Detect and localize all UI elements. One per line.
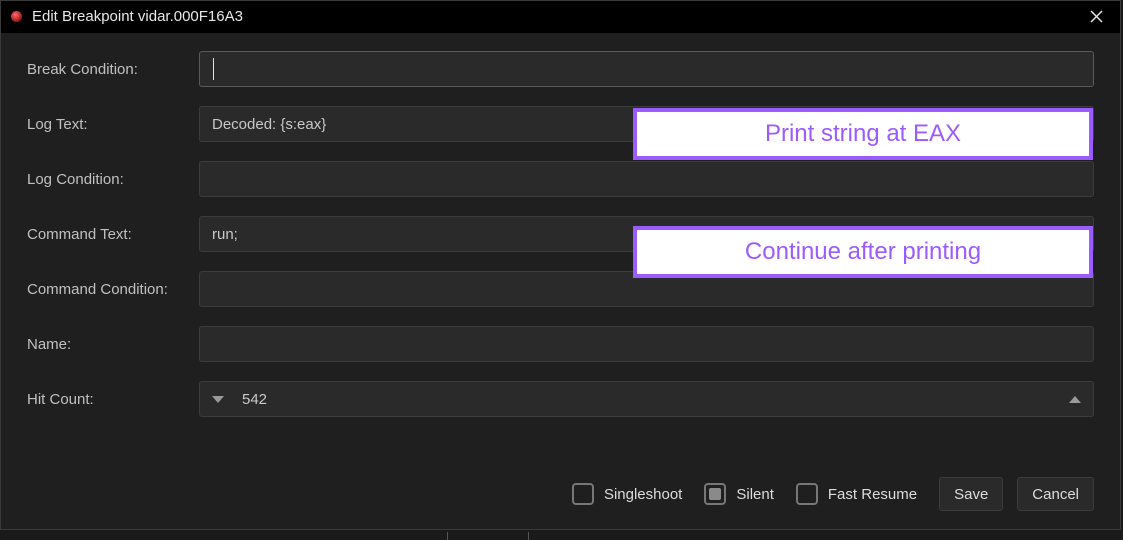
breakpoint-dot-icon — [11, 11, 22, 22]
chevron-down-icon[interactable] — [212, 396, 224, 403]
label-log-condition: Log Condition: — [27, 171, 199, 188]
text-caret-icon — [213, 58, 214, 80]
row-log-condition: Log Condition: — [27, 161, 1094, 197]
singleshoot-label: Singleshoot — [604, 486, 682, 503]
annotation-print-string: Print string at EAX — [633, 108, 1093, 160]
edit-breakpoint-dialog: Edit Breakpoint vidar.000F16A3 Break Con… — [0, 0, 1121, 530]
fast-resume-label: Fast Resume — [828, 486, 917, 503]
label-name: Name: — [27, 336, 199, 353]
label-command-condition: Command Condition: — [27, 281, 199, 298]
hit-count-spinner[interactable]: 542 — [199, 381, 1094, 417]
fast-resume-checkbox[interactable] — [796, 483, 818, 505]
silent-label: Silent — [736, 486, 774, 503]
row-name: Name: — [27, 326, 1094, 362]
row-break-condition: Break Condition: — [27, 51, 1094, 87]
singleshoot-option[interactable]: Singleshoot — [572, 483, 682, 505]
dialog-footer: Singleshoot Silent Fast Resume Save Canc… — [1, 469, 1120, 529]
row-hit-count: Hit Count: 542 — [27, 381, 1094, 417]
label-break-condition: Break Condition: — [27, 61, 199, 78]
close-icon — [1090, 10, 1103, 23]
label-command-text: Command Text: — [27, 226, 199, 243]
hit-count-value: 542 — [242, 391, 267, 408]
titlebar: Edit Breakpoint vidar.000F16A3 — [1, 1, 1120, 33]
save-button[interactable]: Save — [939, 477, 1003, 511]
silent-option[interactable]: Silent — [704, 483, 774, 505]
break-condition-input[interactable] — [199, 51, 1094, 87]
label-log-text: Log Text: — [27, 116, 199, 133]
name-input[interactable] — [199, 326, 1094, 362]
log-condition-input[interactable] — [199, 161, 1094, 197]
singleshoot-checkbox[interactable] — [572, 483, 594, 505]
silent-checkbox[interactable] — [704, 483, 726, 505]
chevron-up-icon[interactable] — [1069, 396, 1081, 403]
label-hit-count: Hit Count: — [27, 391, 199, 408]
fast-resume-option[interactable]: Fast Resume — [796, 483, 917, 505]
annotation-continue: Continue after printing — [633, 226, 1093, 278]
cancel-button[interactable]: Cancel — [1017, 477, 1094, 511]
window-title: Edit Breakpoint vidar.000F16A3 — [32, 8, 1082, 25]
close-button[interactable] — [1082, 3, 1110, 31]
bottom-divider-ticks — [0, 530, 1123, 540]
